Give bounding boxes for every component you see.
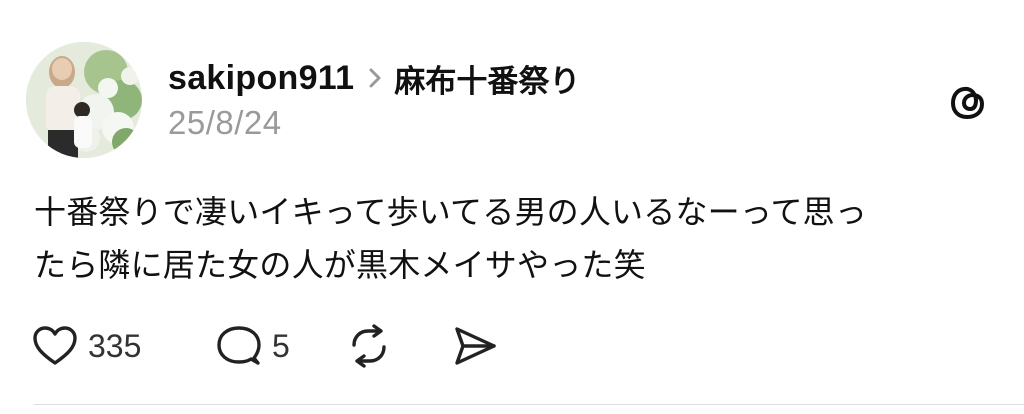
comment-bubble-icon [217,326,261,365]
like-count: 335 [88,327,142,364]
heart-icon [33,326,77,365]
topic-tag-link[interactable]: 麻布十番祭り [394,56,580,101]
repost-button[interactable] [346,323,406,369]
reply-count: 5 [272,327,290,364]
chevron-right-icon [368,67,382,89]
username-link[interactable]: sakipon911 [168,59,354,98]
repost-icon [352,324,386,368]
post-date: 25/8/24 [168,104,282,141]
post-body: 十番祭りで凄いイキって歩いてる男の人いるなーって思っ たら隣に居た女の人が黒木メ… [34,186,994,292]
post-actions: 335 5 [32,320,498,372]
divider [34,404,1024,405]
threads-post: sakipon911 麻布十番祭り 25/8/24 十番祭りで凄いイキって歩いて… [0,0,1024,414]
post-header: sakipon911 麻布十番祭り [168,52,580,104]
share-button[interactable] [452,325,498,367]
profile-photo [26,42,142,158]
threads-logo-icon[interactable] [946,80,990,124]
like-button[interactable]: 335 [32,325,182,367]
post-body-line: 十番祭りで凄いイキって歩いてる男の人いるなーって思っ [34,193,868,231]
send-icon [455,327,496,365]
avatar[interactable] [26,42,142,158]
reply-button[interactable]: 5 [216,324,316,368]
post-body-line: たら隣に居た女の人が黒木メイサやった笑 [34,246,646,284]
